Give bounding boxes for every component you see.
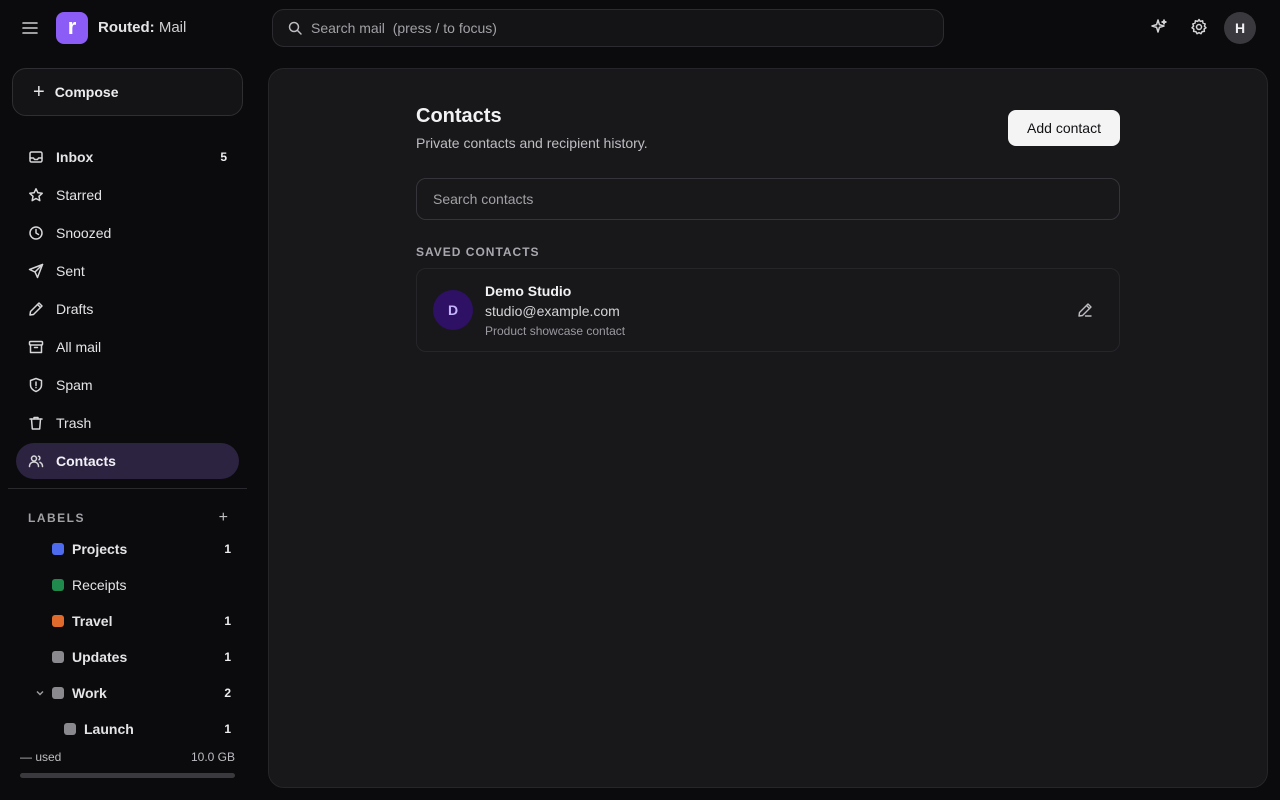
label-count: 1: [224, 542, 231, 556]
sidebar-item-label: Spam: [56, 377, 93, 393]
send-icon: [28, 263, 44, 279]
contact-note: Product showcase contact: [485, 324, 626, 338]
brand-sub: Mail: [158, 19, 187, 36]
sidebar-item-sent[interactable]: Sent: [16, 253, 239, 289]
label-item-work[interactable]: Work 2: [28, 675, 231, 711]
contacts-search-input[interactable]: [433, 191, 1103, 207]
add-contact-button[interactable]: Add contact: [1008, 110, 1120, 146]
label-item-updates[interactable]: Updates 1: [28, 639, 231, 675]
sidebar-item-label: Sent: [56, 263, 85, 279]
sidebar-divider: [8, 488, 247, 489]
storage-total: 10.0 GB: [190, 750, 235, 764]
sidebar-item-label: Contacts: [56, 453, 116, 469]
star-icon: [28, 187, 44, 203]
search-icon: [287, 20, 303, 36]
sidebar-item-starred[interactable]: Starred: [16, 177, 239, 213]
compose-label: Compose: [54, 84, 119, 100]
sidebar-item-label: Inbox: [56, 149, 94, 165]
label-color-dot: [52, 615, 64, 627]
label-name: Launch: [84, 721, 134, 737]
label-color-dot: [52, 651, 64, 663]
page-subtitle: Private contacts and recipient history.: [416, 135, 648, 151]
edit-icon[interactable]: [1077, 302, 1093, 318]
add-label-button[interactable]: +: [219, 510, 228, 526]
sidebar-item-spam[interactable]: Spam: [16, 367, 239, 403]
archive-icon: [28, 339, 44, 355]
sidebar-item-snoozed[interactable]: Snoozed: [16, 215, 239, 251]
sidebar-item-label: Snoozed: [56, 225, 112, 241]
clock-icon: [28, 225, 44, 241]
storage-row: — used 10.0 GB: [20, 750, 235, 764]
user-avatar[interactable]: H: [1224, 12, 1256, 44]
trash-icon: [28, 415, 44, 431]
brand-name: Routed:: [98, 19, 155, 36]
label-color-dot: [52, 579, 64, 591]
sidebar-item-label: Starred: [56, 187, 102, 203]
contact-card[interactable]: D Demo Studio studio@example.com Product…: [416, 268, 1120, 352]
label-name: Travel: [72, 613, 113, 629]
top-bar: r Routed: Mail H: [0, 0, 1280, 56]
sidebar-item-trash[interactable]: Trash: [16, 405, 239, 441]
label-color-dot: [64, 723, 76, 735]
sidebar: + Compose Inbox 5 Starred Snoozed Sent D…: [0, 56, 256, 800]
plus-icon: +: [33, 81, 45, 103]
sidebar-item-label: Trash: [56, 415, 92, 431]
contact-avatar: D: [433, 290, 473, 330]
label-color-dot: [52, 687, 64, 699]
sidebar-item-inbox[interactable]: Inbox 5: [16, 139, 239, 175]
logo-letter: r: [67, 14, 77, 39]
page-title: Contacts: [416, 105, 502, 127]
contact-name: Demo Studio: [485, 283, 572, 299]
label-item-projects[interactable]: Projects 1: [28, 531, 231, 567]
section-label: SAVED CONTACTS: [416, 245, 540, 259]
labels-header: LABELS +: [28, 510, 228, 526]
app-logo[interactable]: r: [56, 12, 88, 44]
label-name: Projects: [72, 541, 128, 557]
sidebar-item-all-mail[interactable]: All mail: [16, 329, 239, 365]
label-name: Updates: [72, 649, 128, 665]
label-item-receipts[interactable]: Receipts: [28, 567, 231, 603]
storage-meter: — used 10.0 GB: [20, 750, 235, 778]
sidebar-item-label: All mail: [56, 339, 102, 355]
compose-button[interactable]: + Compose: [12, 68, 243, 116]
label-count: 1: [224, 722, 231, 736]
mail-search-input[interactable]: [311, 20, 911, 36]
label-count: 2: [224, 686, 231, 700]
contacts-search-box[interactable]: [416, 178, 1120, 220]
gear-icon[interactable]: [1190, 18, 1210, 38]
sidebar-item-drafts[interactable]: Drafts: [16, 291, 239, 327]
storage-bar: [20, 773, 235, 778]
chevron-down-icon[interactable]: [32, 685, 48, 701]
labels-list: Projects 1 Receipts Travel 1 Updates 1 W…: [28, 531, 231, 747]
label-item-travel[interactable]: Travel 1: [28, 603, 231, 639]
label-item-launch[interactable]: Launch 1: [28, 711, 231, 747]
shield-icon: [28, 377, 44, 393]
sidebar-item-contacts[interactable]: Contacts: [16, 443, 239, 479]
mail-search-box[interactable]: [272, 9, 944, 47]
storage-used: — used: [20, 750, 62, 764]
main-panel: Contacts Private contacts and recipient …: [268, 68, 1268, 788]
pencil-icon: [28, 301, 44, 317]
sidebar-nav: Inbox 5 Starred Snoozed Sent Drafts All …: [16, 139, 239, 481]
sidebar-item-label: Drafts: [56, 301, 94, 317]
label-name: Receipts: [72, 577, 127, 593]
label-color-dot: [52, 543, 64, 555]
label-name: Work: [72, 685, 107, 701]
unread-count: 5: [220, 150, 227, 164]
sparkle-icon[interactable]: [1150, 18, 1170, 38]
labels-title: LABELS: [28, 511, 85, 525]
inbox-icon: [28, 149, 44, 165]
users-icon: [28, 453, 44, 469]
app-brand: Routed: Mail: [98, 19, 186, 36]
label-count: 1: [224, 614, 231, 628]
menu-icon[interactable]: [20, 18, 40, 38]
contact-email: studio@example.com: [485, 303, 620, 319]
label-count: 1: [224, 650, 231, 664]
